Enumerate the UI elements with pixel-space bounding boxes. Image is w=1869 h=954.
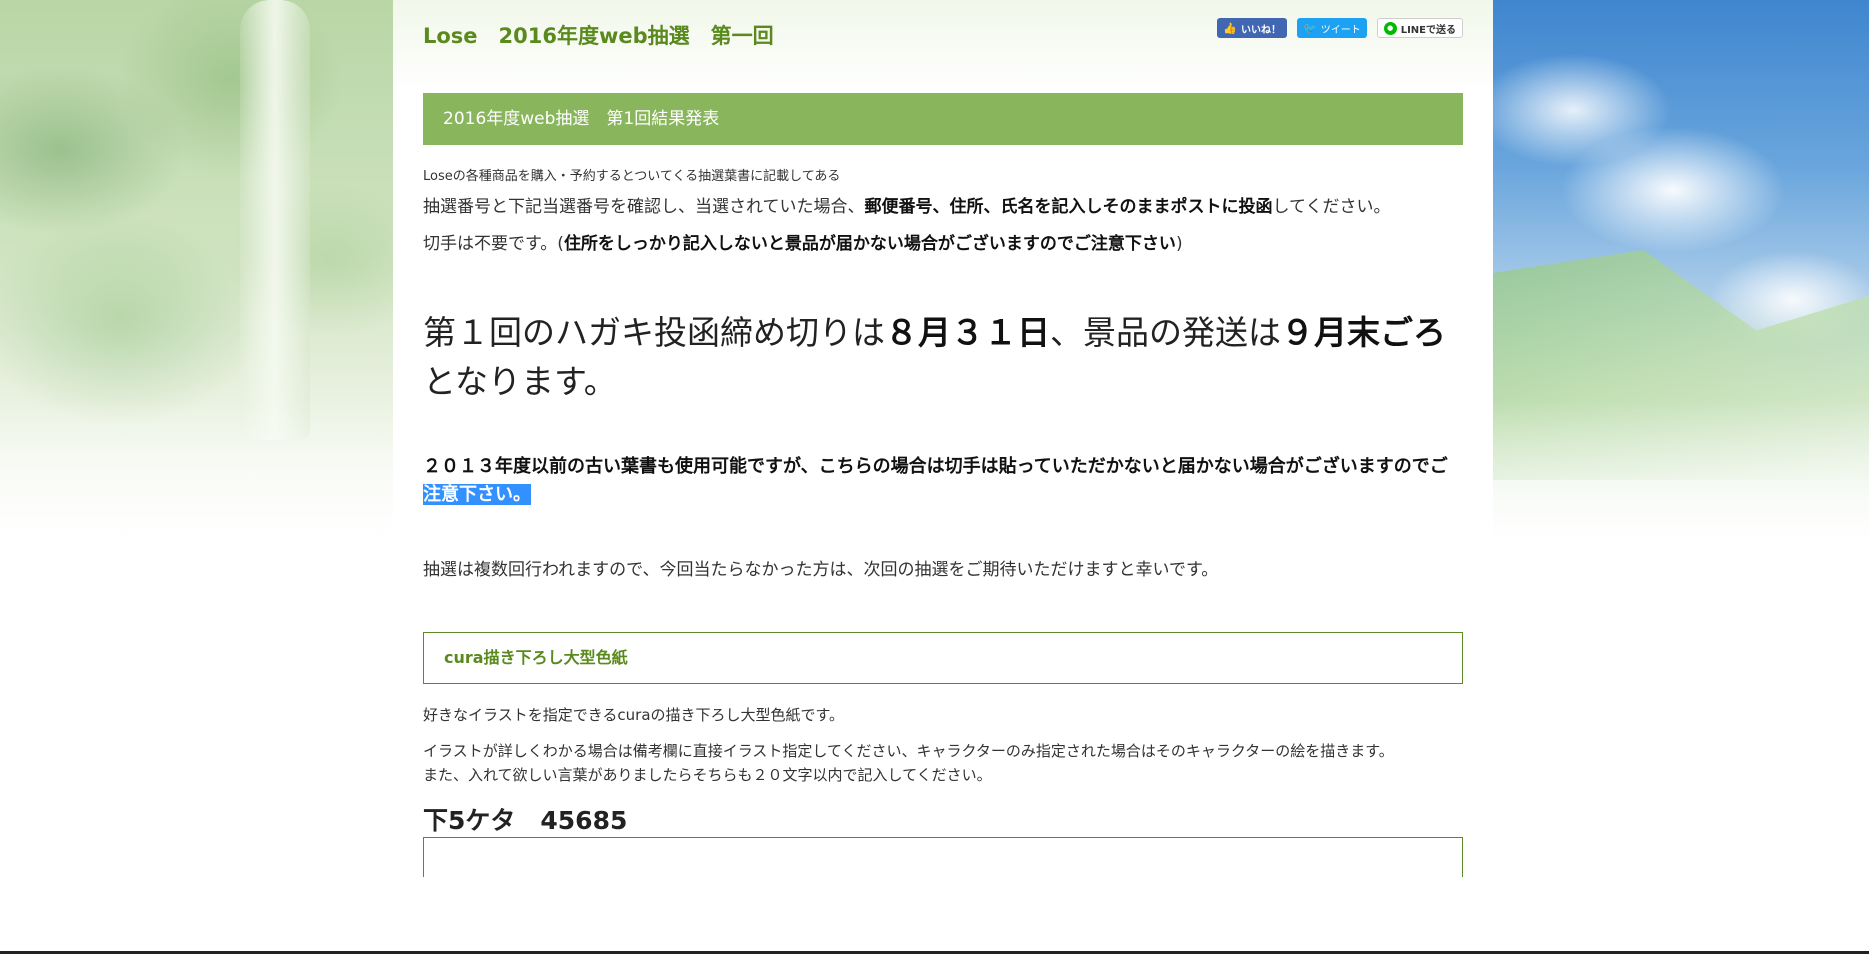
thumbs-up-icon: 👍	[1223, 21, 1237, 35]
site-title[interactable]: Lose 2016年度web抽選 第一回	[423, 20, 774, 50]
main-column: Lose 2016年度web抽選 第一回 👍 いいね！ 🐦 ツイート ● LIN…	[393, 0, 1493, 954]
twitter-tweet-button[interactable]: 🐦 ツイート	[1297, 18, 1367, 38]
page-header: Lose 2016年度web抽選 第一回 👍 いいね！ 🐦 ツイート ● LIN…	[423, 18, 1463, 58]
shipping-date: ９月末ごろ	[1281, 312, 1446, 352]
old-postcard-notice: ２０１３年度以前の古い葉書も使用可能ですが、こちらの場合は切手は貼っていただかな…	[423, 453, 1463, 509]
intro-p1-text: 抽選番号と下記当選番号を確認し、当選されていた場合、	[423, 197, 865, 217]
intro-p2-text: 切手は不要です。(	[423, 233, 564, 254]
selected-text: 注意下さい。	[423, 483, 531, 505]
line-share-button[interactable]: ● LINEで送る	[1376, 18, 1463, 38]
facebook-like-label: いいね！	[1241, 24, 1281, 36]
intro-p2-bold: 住所をしっかり記入しないと景品が届かない場合がございますのでご注意下さい	[563, 233, 1176, 254]
deadline-heading: 第１回のハガキ投函締め切りは８月３１日、景品の発送は９月末ごろとなります。	[423, 308, 1463, 407]
background-right-sky	[1493, 0, 1869, 560]
background-fade	[0, 400, 393, 560]
intro-p1-text-end: してください。	[1272, 197, 1391, 217]
lottery-note: 抽選は複数回行われますので、今回当たらなかった方は、次回の抽選をご期待いただけま…	[423, 559, 1219, 580]
intro-p1-bold: 郵便番号、住所、氏名を記入しそのままポストに投函	[864, 197, 1273, 217]
article-content: 2016年度web抽選 第1回結果発表 Loseの各種商品を購入・予約するとつい…	[423, 93, 1463, 837]
prize-heading: cura描き下ろし大型色紙	[423, 631, 1463, 684]
twitter-tweet-label: ツイート	[1320, 24, 1361, 36]
winning-number: 下5ケタ 45685	[423, 805, 628, 835]
next-prize-heading	[423, 837, 1463, 877]
background-fade	[1493, 400, 1869, 560]
prize-description: 好きなイラストを指定できるcuraの描き下ろし大型色紙です。	[423, 705, 845, 724]
intro-small-note: Loseの各種商品を購入・予約するとついてくる抽選葉書に記載してある	[423, 169, 841, 184]
section-banner: 2016年度web抽選 第1回結果発表	[423, 93, 1463, 145]
tree-trunk-decoration	[240, 0, 310, 440]
line-share-label: LINEで送る	[1400, 24, 1456, 36]
prize-instructions-line-1: イラストが詳しくわかる場合は備考欄に直接イラスト指定してください、キャラクターの…	[423, 741, 1394, 760]
deadline-text: 第１回のハガキ投函締め切りは	[423, 312, 885, 352]
old-postcard-text: ２０１３年度以前の古い葉書も使用可能ですが、こちらの場合は切手は貼っていただかな…	[423, 455, 1448, 477]
line-logo-icon: ●	[1383, 21, 1397, 35]
deadline-text-2: 、景品の発送は	[1050, 312, 1281, 352]
background-left-forest	[0, 0, 393, 560]
deadline-text-3: となります。	[423, 362, 617, 402]
intro-paragraph-2: 切手は不要です。(住所をしっかり記入しないと景品が届かない場合がございますのでご…	[423, 233, 1463, 256]
intro-p2-text-end: )	[1175, 233, 1183, 254]
facebook-like-button[interactable]: 👍 いいね！	[1217, 18, 1287, 38]
deadline-date: ８月３１日	[885, 312, 1050, 352]
social-buttons: 👍 いいね！ 🐦 ツイート ● LINEで送る	[1217, 18, 1463, 38]
intro-paragraph-1: 抽選番号と下記当選番号を確認し、当選されていた場合、郵便番号、住所、氏名を記入し…	[423, 196, 1463, 219]
prize-instructions-line-2: また、入れて欲しい言葉がありましたらそちらも２０文字以内で記入してください。	[423, 765, 992, 784]
prize-instructions: イラストが詳しくわかる場合は備考欄に直接イラスト指定してください、キャラクターの…	[423, 739, 1463, 787]
twitter-bird-icon: 🐦	[1303, 21, 1317, 35]
